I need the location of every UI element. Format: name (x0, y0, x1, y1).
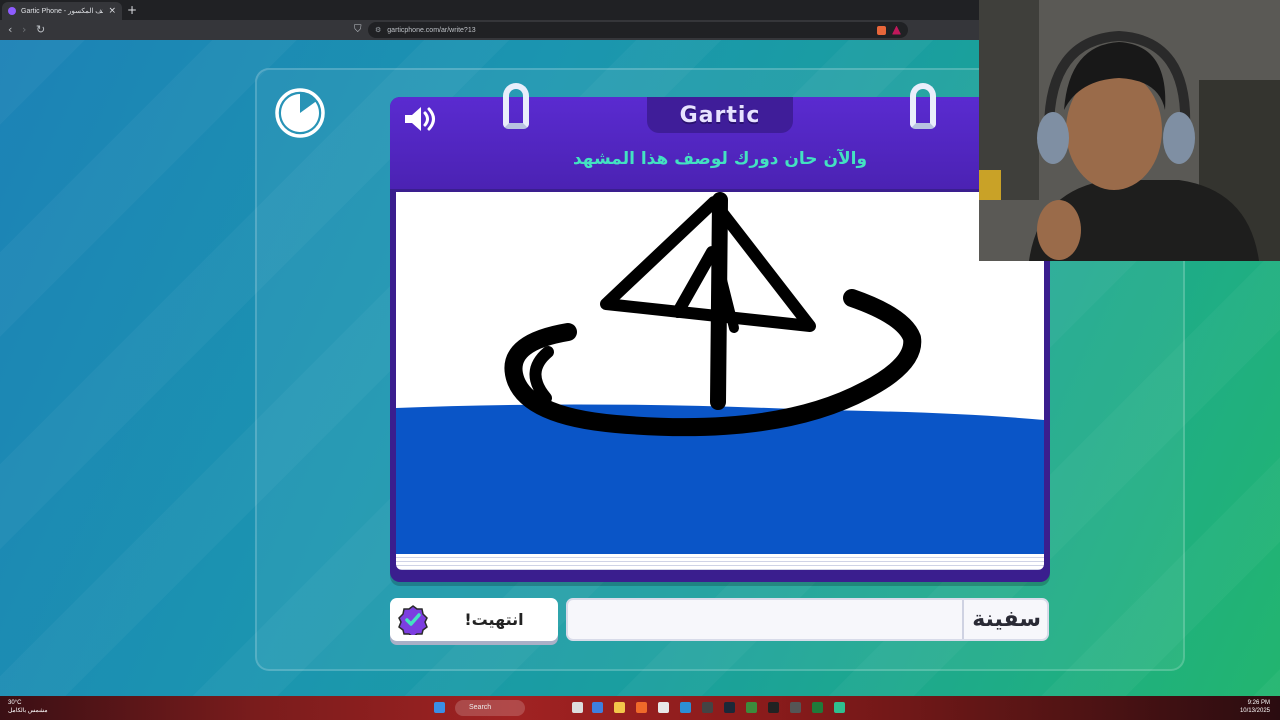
app-icon-2[interactable] (834, 702, 845, 713)
minecraft-icon[interactable] (746, 702, 757, 713)
boat-drawing (396, 192, 1044, 554)
rewards-icon[interactable] (892, 25, 901, 35)
brave-browser-icon[interactable] (636, 702, 647, 713)
tab-title: Gartic Phone - لعبة الهاتف المكسور (21, 8, 103, 15)
done-button[interactable]: انتهيت! (390, 598, 558, 641)
logo-tab: Gartic (647, 97, 793, 133)
weather-temp: 30°C (8, 700, 22, 706)
binder-ring-left (503, 83, 529, 129)
close-tab-icon[interactable]: × (108, 6, 116, 16)
xbox-icon[interactable] (812, 702, 823, 713)
timer-icon (275, 88, 325, 138)
start-icon[interactable] (434, 702, 445, 713)
webcam-overlay (979, 0, 1280, 261)
notebook-page-edges (396, 554, 1044, 570)
url-text: garticphone.com/ar/write?13 (387, 26, 476, 34)
notebook-header: Gartic والآن حان دورك لوصف هذا المشهد (390, 97, 1050, 189)
check-badge-icon (398, 604, 428, 635)
done-label: انتهيت! (464, 610, 524, 629)
windows-taskbar: 30°C مشمس بالكامل Search 9:26 PM 10/13/2… (0, 696, 1280, 720)
steam-icon[interactable] (724, 702, 735, 713)
system-clock[interactable]: 9:26 PM 10/13/2025 (1240, 699, 1270, 715)
taskbar-search[interactable]: Search (455, 700, 525, 716)
edge-icon[interactable] (680, 702, 691, 713)
weather-condition: مشمس بالكامل (8, 708, 48, 714)
back-button[interactable]: ‹ (8, 22, 12, 38)
binder-ring-right (910, 83, 936, 129)
notepad-icon[interactable] (658, 702, 669, 713)
address-bar[interactable]: ⚙ garticphone.com/ar/write?13 (368, 22, 908, 38)
site-info-icon[interactable]: ⚙ (375, 26, 381, 34)
drawing-canvas (396, 192, 1044, 554)
reload-button[interactable]: ↻ (36, 22, 45, 38)
gartic-favicon-icon (8, 7, 16, 15)
clock-date: 10/13/2025 (1239, 708, 1270, 714)
drawing-notebook: Gartic والآن حان دورك لوصف هذا المشهد (390, 83, 1050, 582)
file-explorer-icon[interactable] (614, 702, 625, 713)
clock-time: 9:26 PM (1247, 700, 1270, 706)
new-tab-button[interactable]: + (127, 2, 137, 18)
terminal-icon[interactable] (768, 702, 779, 713)
task-view-icon[interactable] (572, 702, 583, 713)
app-icon-1[interactable] (702, 702, 713, 713)
weather-widget[interactable]: 30°C مشمس بالكامل (8, 699, 48, 715)
obs-icon[interactable] (790, 702, 801, 713)
brave-shield-icon[interactable] (877, 25, 886, 35)
forward-button[interactable]: › (22, 22, 26, 38)
speaker-icon[interactable] (402, 104, 438, 134)
prompt-text: والآن حان دورك لوصف هذا المشهد (572, 149, 868, 169)
bookmark-icon[interactable]: ⛉ (354, 22, 362, 38)
description-value: سفينة (962, 600, 1047, 639)
description-input[interactable]: سفينة (566, 598, 1049, 641)
gartic-logo: Gartic (679, 102, 761, 128)
streamer-image (979, 0, 1280, 261)
widgets-icon[interactable] (592, 702, 603, 713)
browser-tab[interactable]: Gartic Phone - لعبة الهاتف المكسور × (2, 2, 122, 20)
